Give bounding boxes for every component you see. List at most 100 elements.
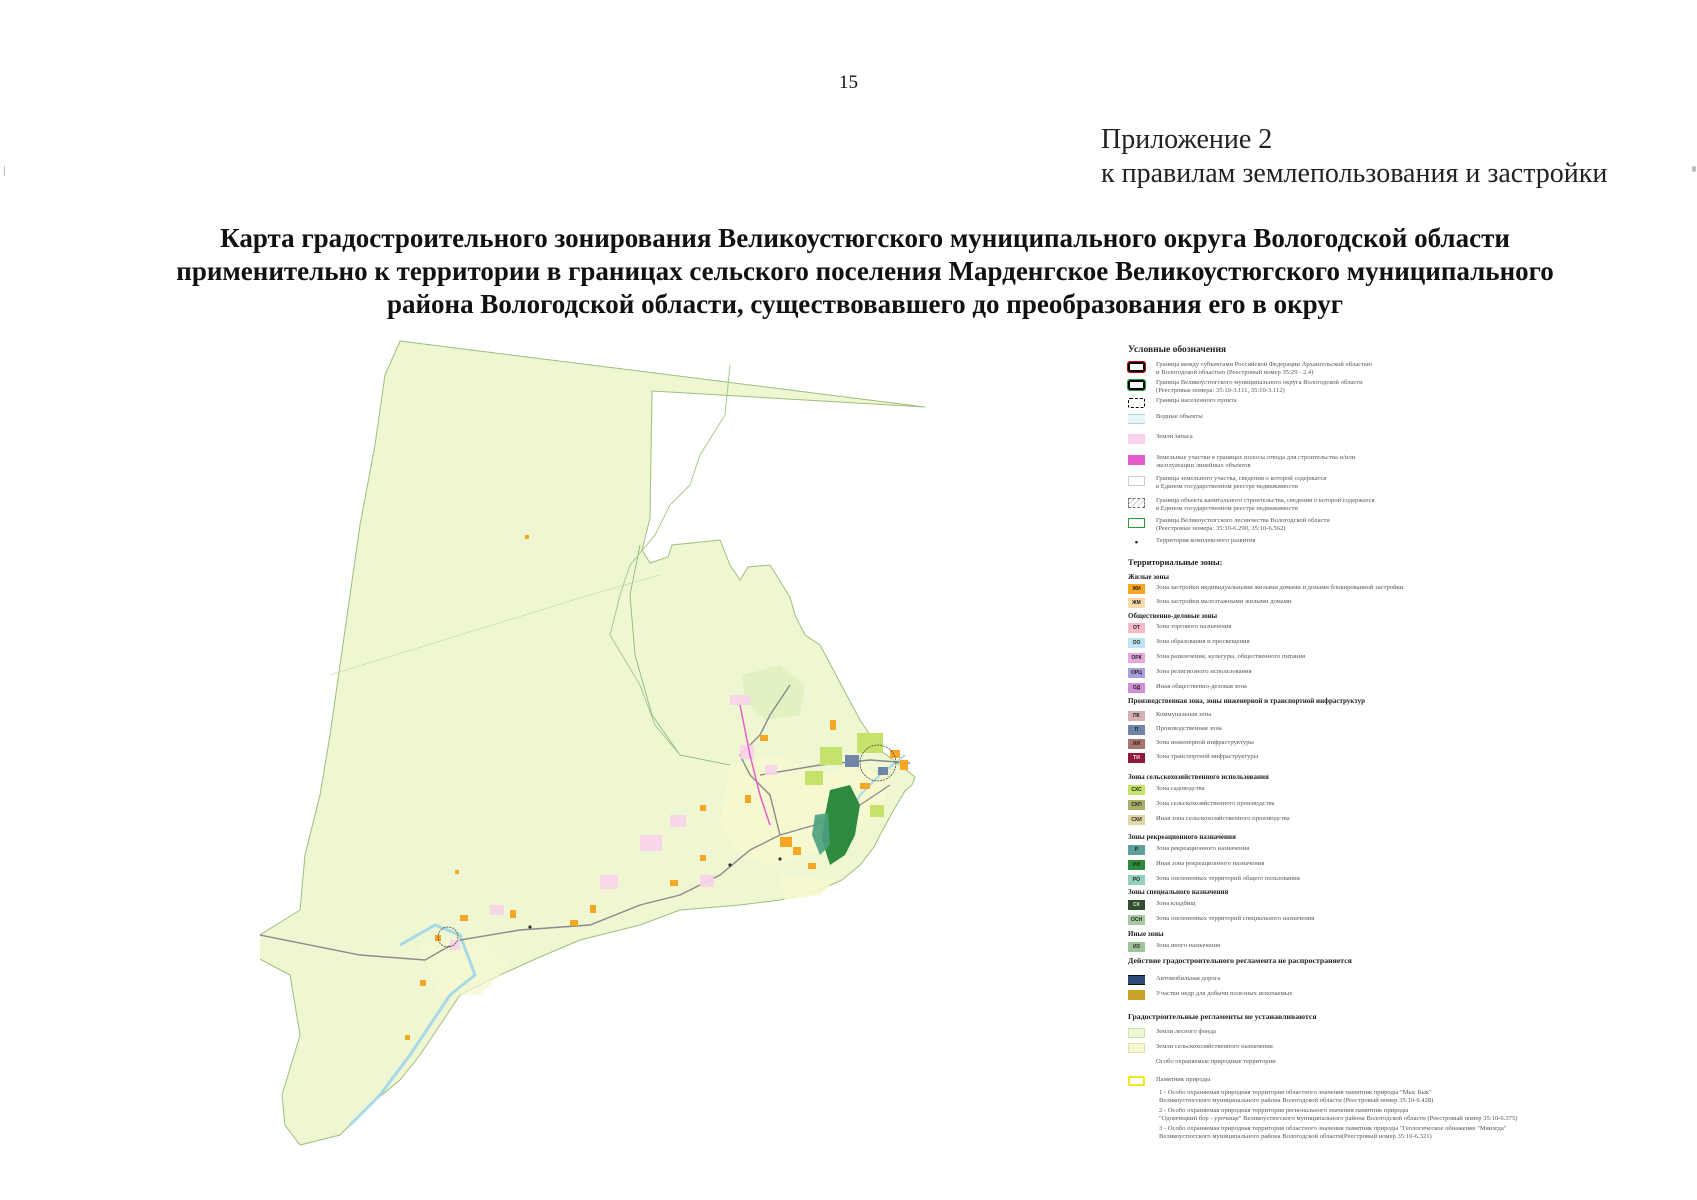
legend-text: Зона рекреационного назначения — [1156, 845, 1250, 852]
complex-development-marker — [778, 857, 782, 861]
legend-row-zone-shp: СХП Зона сельскохозяйственного производс… — [1128, 800, 1588, 814]
map-title-line-2: применительно к территории в границах се… — [176, 256, 1554, 286]
legend-row-zone-p: П Производственная зона — [1128, 725, 1588, 739]
legend-swatch: ОТ — [1128, 623, 1145, 633]
legend-text: Зона инженерной инфраструктуры — [1156, 739, 1254, 746]
appendix-line-1: Приложение 2 — [1101, 124, 1273, 155]
zoning-map[interactable] — [260, 335, 1000, 1155]
legend-swatch: • — [1134, 537, 1139, 547]
legend-text: Земли лесного фонда — [1156, 1028, 1216, 1035]
legend-row-zone-oo: ОО Зона образования и просвещения — [1128, 638, 1588, 652]
legend-text: Зона кладбищ — [1156, 900, 1196, 907]
page-number: 15 — [839, 72, 858, 93]
legend-row-zone-osn: ОСН Зона озелененных территорий специаль… — [1128, 915, 1588, 929]
legend-row-zone-orts: ОРЦ Зона религиозного использования — [1128, 668, 1588, 682]
legend-row-zone-ork: ОРК Зона развлечения, культуры, обществе… — [1128, 653, 1588, 667]
legend-swatch — [1128, 1028, 1145, 1038]
legend-row-zone-zhi: ЖИ Зона застройки индивидуальными жилыми… — [1128, 584, 1588, 598]
legend-swatch: ОСН — [1128, 915, 1145, 925]
legend-swatch — [1127, 361, 1146, 373]
legend-swatch — [1128, 518, 1145, 528]
legend-text: Участки недр для добычи полезных ископае… — [1156, 990, 1293, 997]
legend-swatch — [1128, 434, 1145, 444]
legend-text: Граница между субъектами Российской Феде… — [1156, 361, 1372, 376]
monument-3: 3 - Особо охраняемая природная территори… — [1159, 1125, 1507, 1140]
legend-text: Граница земельного участка, сведения о к… — [1156, 475, 1327, 490]
gardening-zone — [805, 771, 823, 785]
legend-swatch: ОРК — [1128, 653, 1145, 663]
complex-development-marker — [728, 863, 732, 867]
legend-text: Земли сельскохозяйственного назначения — [1156, 1043, 1273, 1050]
legend-row-subsoil: Участки недр для добычи полезных ископае… — [1128, 990, 1588, 1004]
legend-text: Зона транспортной инфраструктуры — [1156, 753, 1259, 760]
zones-heading: Территориальные зоны: — [1128, 557, 1223, 567]
appendix-line-2: к правилам землепользования и застройки — [1101, 158, 1608, 189]
group-recreation: Зоны рекреационного назначения — [1128, 833, 1236, 841]
group-public-business: Общественно-деловые зоны — [1128, 612, 1218, 620]
map-legend: Условные обозначения Граница между субъе… — [1127, 345, 1588, 1145]
gardening-zone — [870, 805, 884, 817]
legend-heading: Условные обозначения — [1128, 345, 1227, 355]
legend-text: Земельные участки в границах полосы отво… — [1156, 454, 1356, 469]
legend-text: Зона иного назначения — [1156, 942, 1221, 949]
legend-swatch: П — [1128, 725, 1145, 735]
legend-row-agri-land: Земли сельскохозяйственного назначения — [1128, 1043, 1588, 1057]
legend-swatch: ПК — [1128, 711, 1145, 721]
map-title-line-3: района Вологодской области, существовавш… — [386, 289, 1344, 319]
legend-row-zone-zhm: ЖМ Зона застройки малоэтажными жилыми до… — [1128, 598, 1588, 612]
legend-swatch: РИ — [1128, 860, 1145, 870]
legend-row-complex-development: • Территория комплексного развития — [1128, 537, 1588, 552]
legend-text: Иная общественно-деловая зона — [1156, 683, 1247, 690]
legend-swatch — [1128, 975, 1145, 985]
legend-swatch: ИЗ — [1128, 942, 1145, 952]
legend-swatch — [1127, 379, 1146, 391]
legend-row-zone-ro: РО Зона озелененных территорий общего по… — [1128, 875, 1588, 889]
legend-swatch: СХП — [1128, 800, 1145, 810]
legend-text: Водные объекты — [1156, 413, 1203, 420]
group-production: Производственная зона, зоны инженерной и… — [1128, 697, 1366, 705]
legend-row-zone-sk: СК Зона кладбищ — [1128, 900, 1588, 914]
legend-swatch — [1128, 1043, 1145, 1053]
zoning-map-canvas — [260, 340, 926, 1146]
legend-row-boundary-region: Граница между субъектами Российской Феде… — [1127, 361, 1588, 376]
legend-text: Граница Великоустюгского лесничества Вол… — [1156, 517, 1330, 532]
legend-swatch — [1128, 455, 1145, 465]
legend-row-zone-shs: СХС Зона садоводства — [1128, 785, 1588, 799]
legend-swatch — [1128, 990, 1145, 1000]
legend-text: Зона торгового назначения — [1156, 623, 1232, 630]
complex-development-marker — [528, 925, 532, 929]
legend-swatch — [1128, 414, 1145, 424]
legend-text: Территория комплексного развития — [1156, 537, 1256, 544]
legend-swatch: ОО — [1128, 638, 1145, 648]
legend-row-zone-shi: СХИ Иная зона сельскохозяйственного прои… — [1128, 815, 1588, 829]
legend-swatch — [1128, 476, 1145, 486]
production-zone — [878, 767, 888, 775]
legend-swatch: РО — [1128, 875, 1145, 885]
legend-row-land-plot: Граница земельного участка, сведения о к… — [1128, 475, 1588, 490]
not-established-heading: Градостроительные регламенты не устанавл… — [1128, 1012, 1317, 1021]
gardening-zone — [857, 733, 883, 753]
legend-swatch: ТИ — [1128, 753, 1145, 763]
legend-text: Граница населенного пункта — [1156, 397, 1237, 404]
legend-text: Зона озелененных территорий специального… — [1156, 915, 1315, 922]
gardening-zone — [820, 747, 842, 765]
legend-swatch: ИИ — [1128, 739, 1145, 749]
legend-row-zone-od: ОД Иная общественно-деловая зона — [1128, 683, 1588, 697]
legend-row-forestry-boundary: Граница Великоустюгского лесничества Вол… — [1128, 517, 1588, 532]
appendix-caption: Приложение 2 к правилам землепользования… — [1101, 123, 1607, 191]
legend-text: Памятник природы — [1156, 1076, 1211, 1083]
legend-text: Зона садоводства — [1156, 785, 1205, 792]
legend-row-zone-ii: ИИ Зона инженерной инфраструктуры — [1128, 739, 1588, 753]
legend-row-zone-r: Р Зона рекреационного назначения — [1128, 845, 1588, 859]
legend-row-capital-object: Граница объекта капитального строительст… — [1128, 497, 1588, 512]
legend-swatch: Р — [1128, 845, 1145, 855]
legend-row-zone-ot: ОТ Зона торгового назначения — [1128, 623, 1588, 637]
legend-row-protected-areas: Особо охраняемые природные территории — [1128, 1058, 1588, 1072]
group-agricultural: Зоны сельскохозяйственного использования — [1128, 773, 1269, 781]
group-other: Иные зоны — [1128, 930, 1164, 938]
legend-text: Зона озелененных территорий общего польз… — [1156, 875, 1300, 882]
legend-row-water: Водные объекты — [1128, 413, 1588, 428]
legend-row-linear-objects: Земельные участки в границах полосы отво… — [1128, 454, 1588, 469]
legend-text: Зона застройки малоэтажными жилыми домам… — [1156, 598, 1292, 605]
legend-swatch — [1128, 498, 1145, 508]
